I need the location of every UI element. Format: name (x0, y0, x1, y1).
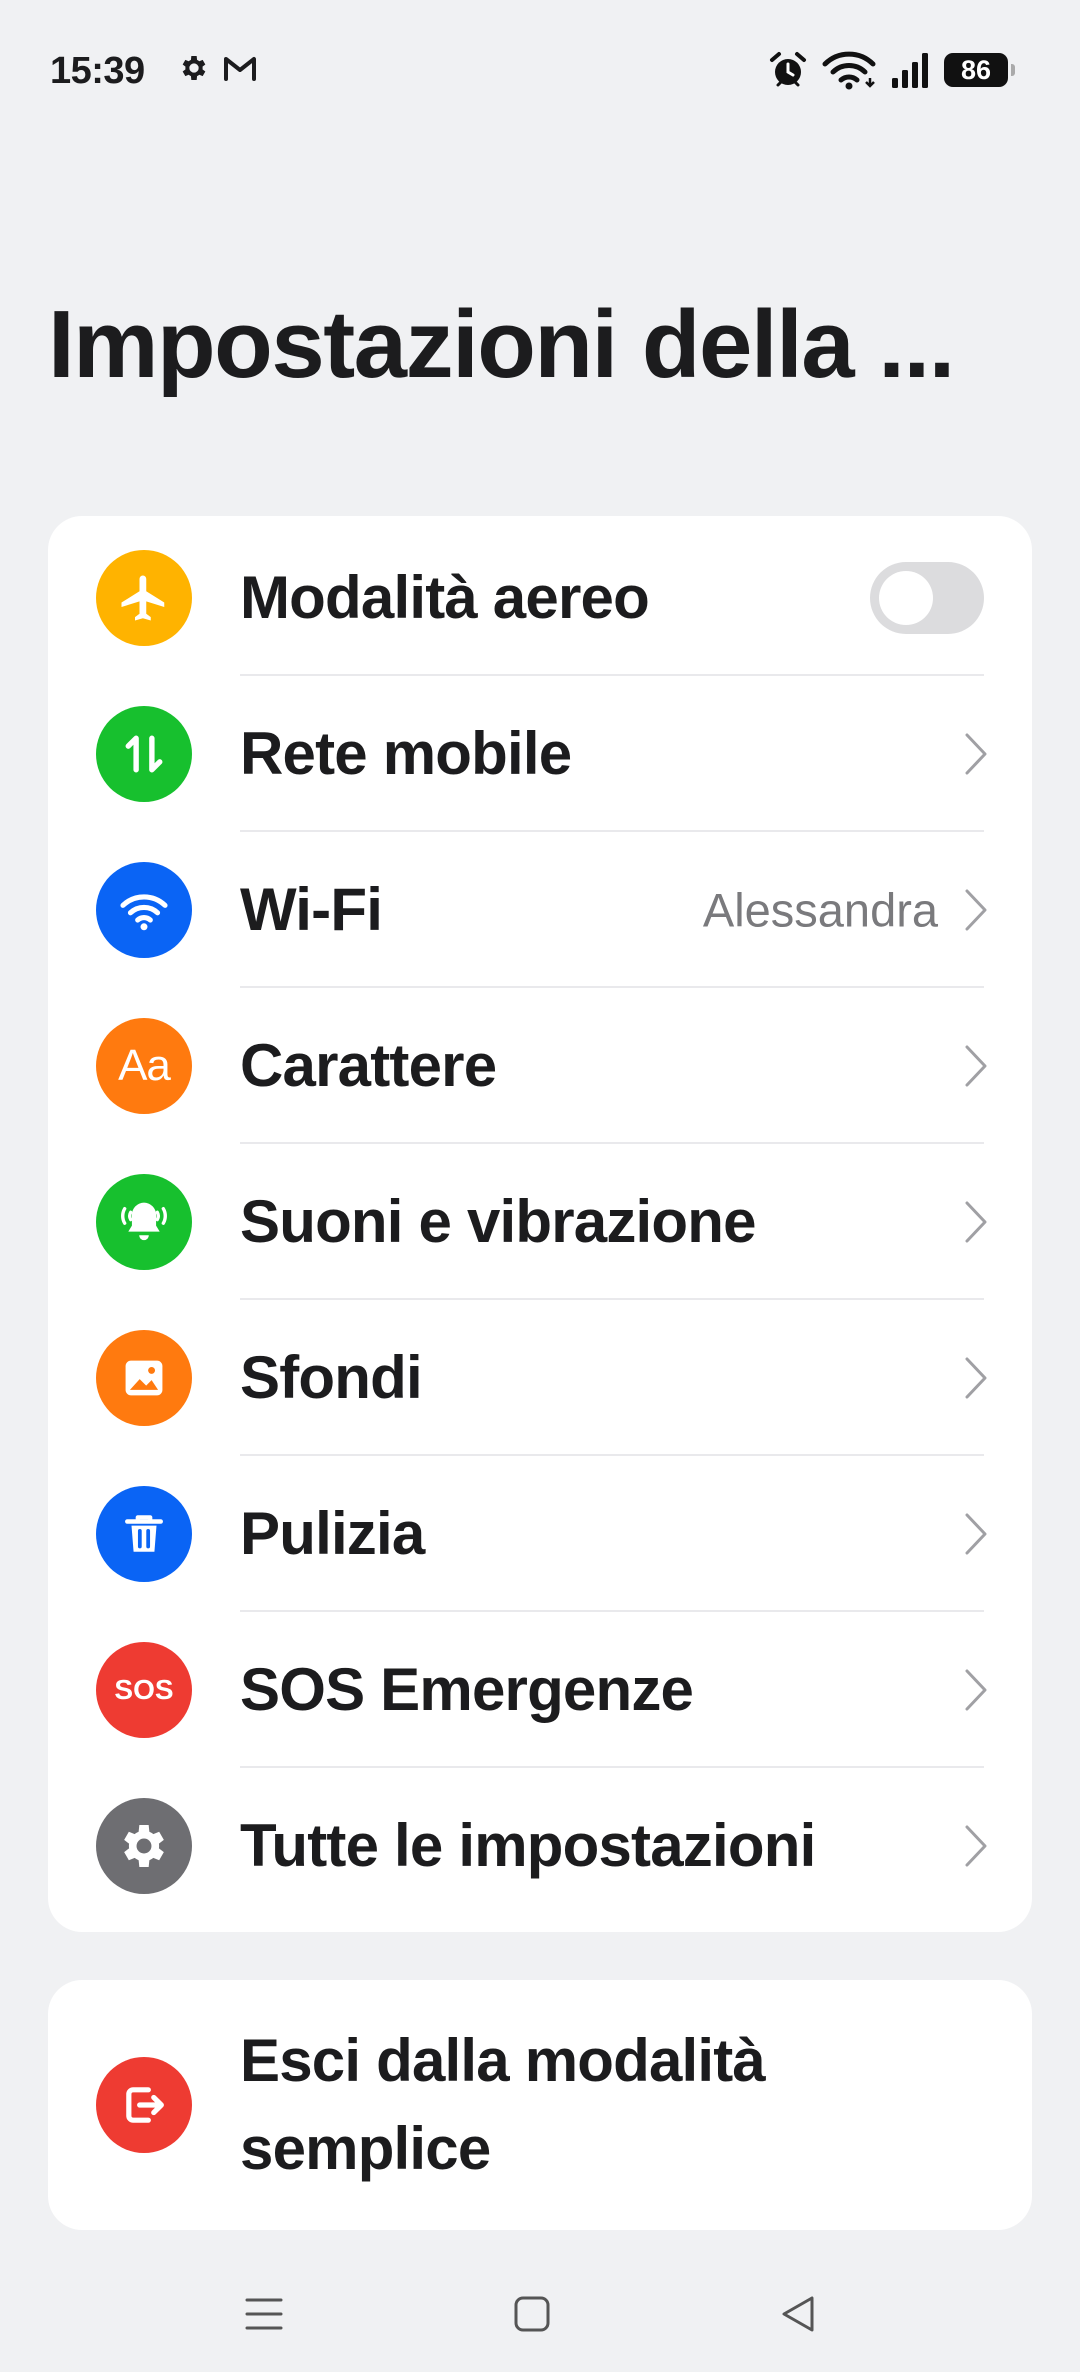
setting-row-font[interactable]: Aa Carattere (48, 988, 1032, 1144)
wifi-icon (96, 862, 192, 958)
back-button[interactable] (768, 2284, 828, 2344)
settings-card: Modalità aereo Rete mobile Wi-Fi Alessan… (48, 516, 1032, 1932)
airplane-icon (96, 550, 192, 646)
home-button[interactable] (502, 2284, 562, 2344)
setting-row-sos[interactable]: SOS SOS Emergenze (48, 1612, 1032, 1768)
wifi-icon (822, 51, 876, 90)
chevron-right-icon (965, 1357, 987, 1399)
font-icon: Aa (96, 1018, 192, 1114)
status-left-icons (178, 52, 258, 84)
mobile-data-icon (96, 706, 192, 802)
home-icon (514, 2296, 550, 2332)
sos-icon-text: SOS (114, 1674, 174, 1705)
setting-label: Pulizia (240, 1500, 425, 1567)
chevron-right-icon (965, 1513, 987, 1555)
wifi-network-name: Alessandra (702, 883, 938, 937)
font-icon-text: Aa (118, 1041, 171, 1090)
setting-row-airplane-mode[interactable]: Modalità aereo (48, 520, 1032, 676)
wallpaper-icon (96, 1330, 192, 1426)
airplane-mode-toggle[interactable] (870, 562, 984, 634)
exit-simple-mode-card: Esci dalla modalità semplice (48, 1980, 1032, 2230)
gmail-icon (224, 57, 256, 81)
battery-level: 86 (960, 55, 992, 85)
navigation-bar (0, 2260, 1080, 2372)
trash-icon (96, 1486, 192, 1582)
chevron-right-icon (965, 1825, 987, 1867)
exit-simple-mode-button[interactable]: Esci dalla modalità semplice (48, 1980, 1032, 2230)
toggle-knob (879, 571, 933, 625)
page-title: Impostazioni della ... (48, 291, 955, 398)
setting-label: Wi-Fi (240, 876, 383, 943)
setting-label: SOS Emergenze (240, 1656, 694, 1723)
status-time: 15:39 (50, 50, 145, 92)
menu-button[interactable] (234, 2284, 294, 2344)
setting-row-all-settings[interactable]: Tutte le impostazioni (48, 1768, 1032, 1924)
battery-tip (1011, 64, 1015, 76)
bell-icon (96, 1174, 192, 1270)
status-right-icons: 86 (768, 50, 1015, 90)
battery-indicator: 86 (944, 53, 1015, 87)
back-icon (782, 2296, 814, 2332)
alarm-icon (770, 52, 806, 87)
chevron-right-icon (965, 889, 987, 931)
signal-icon (892, 53, 928, 88)
setting-label: Sfondi (240, 1344, 423, 1411)
chevron-right-icon (965, 733, 987, 775)
status-bar: 15:39 86 (0, 0, 1080, 140)
gear-icon (182, 56, 206, 80)
menu-icon (245, 2298, 283, 2330)
setting-label: Rete mobile (240, 720, 572, 787)
setting-label: Suoni e vibrazione (240, 1188, 757, 1255)
setting-row-cleanup[interactable]: Pulizia (48, 1456, 1032, 1612)
chevron-right-icon (965, 1201, 987, 1243)
setting-label: Carattere (240, 1032, 497, 1099)
chevron-right-icon (965, 1045, 987, 1087)
exit-icon (96, 2057, 192, 2153)
gear-icon (96, 1798, 192, 1894)
setting-row-mobile-network[interactable]: Rete mobile (48, 676, 1032, 832)
setting-row-wallpapers[interactable]: Sfondi (48, 1300, 1032, 1456)
sos-icon: SOS (96, 1642, 192, 1738)
exit-simple-mode-label: Esci dalla modalità semplice (240, 2027, 766, 2182)
chevron-right-icon (965, 1669, 987, 1711)
setting-label: Tutte le impostazioni (240, 1812, 816, 1879)
setting-row-sounds[interactable]: Suoni e vibrazione (48, 1144, 1032, 1300)
setting-row-wifi[interactable]: Wi-Fi Alessandra (48, 832, 1032, 988)
setting-label: Modalità aereo (240, 564, 650, 631)
